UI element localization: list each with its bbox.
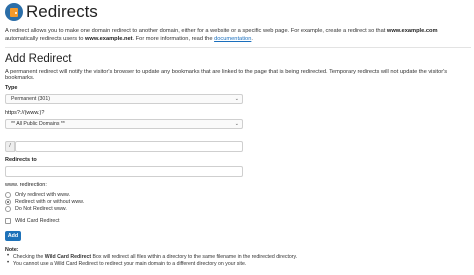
radio-button[interactable]	[5, 192, 11, 198]
note-line1-pre: Checking the	[13, 254, 45, 260]
radio-button-checked[interactable]	[5, 199, 11, 205]
note-line1-post: Box will redirect all files within a dir…	[91, 254, 298, 260]
radio-label: Only redirect with www.	[15, 192, 71, 198]
intro-end: .	[251, 36, 253, 42]
radio-do-not-redirect-www[interactable]: Do Not Redirect www.	[5, 206, 67, 212]
section-heading: Add Redirect	[5, 53, 72, 65]
wildcard-label: Wild Card Redirect	[15, 218, 60, 224]
radio-label: Do Not Redirect www.	[15, 206, 67, 212]
section-description: A permanent redirect will notify the vis…	[5, 69, 448, 81]
radio-button[interactable]	[5, 206, 11, 212]
checkbox[interactable]	[5, 218, 11, 224]
intro-part-2: automatically redirects users to	[5, 36, 85, 42]
chevron-down-icon: ⌄	[234, 121, 239, 127]
documentation-link[interactable]: documentation	[214, 36, 251, 42]
domain-label: https?://(www.)?	[5, 110, 45, 116]
intro-example-com: www.example.com	[386, 28, 438, 34]
radio-with-or-without-www[interactable]: Redirect with or without www.	[5, 199, 84, 205]
redirects-to-input[interactable]	[5, 166, 243, 177]
path-prefix: /	[5, 141, 15, 152]
wildcard-redirect-checkbox[interactable]: Wild Card Redirect	[5, 218, 59, 224]
redirects-to-label: Redirects to	[5, 157, 37, 163]
note-line-1: Checking the Wild Card Redirect Box will…	[13, 254, 297, 260]
bullet: •	[7, 253, 10, 259]
type-label: Type	[5, 85, 18, 91]
path-input[interactable]	[15, 141, 243, 152]
domain-select-value: ** All Public Domains **	[11, 121, 65, 127]
add-button[interactable]: Add	[5, 231, 21, 241]
page-title: Redirects	[26, 2, 98, 21]
intro-example-net: www.example.net	[84, 36, 133, 42]
type-select-value: Permanent (301)	[11, 96, 50, 102]
chevron-down-icon: ⌄	[234, 96, 239, 102]
note-line-2: You cannot use a Wild Card Redirect to r…	[13, 261, 247, 267]
www-redirection-label: www. redirection:	[5, 182, 47, 188]
radio-label: Redirect with or without www.	[15, 199, 85, 205]
intro-part-1: A redirect allows you to make one domain…	[5, 28, 387, 34]
radio-only-www[interactable]: Only redirect with www.	[5, 192, 70, 198]
note-line1-bold: Wild Card Redirect	[44, 254, 92, 260]
divider	[5, 47, 471, 48]
domain-select[interactable]: ** All Public Domains ** ⌄	[5, 119, 243, 129]
intro-part-3: . For more information, read the	[132, 36, 215, 42]
intro-text: A redirect allows you to make one domain…	[5, 27, 471, 43]
type-select[interactable]: Permanent (301) ⌄	[5, 94, 243, 104]
redirects-logo-icon	[5, 3, 23, 21]
bullet: •	[7, 260, 10, 266]
